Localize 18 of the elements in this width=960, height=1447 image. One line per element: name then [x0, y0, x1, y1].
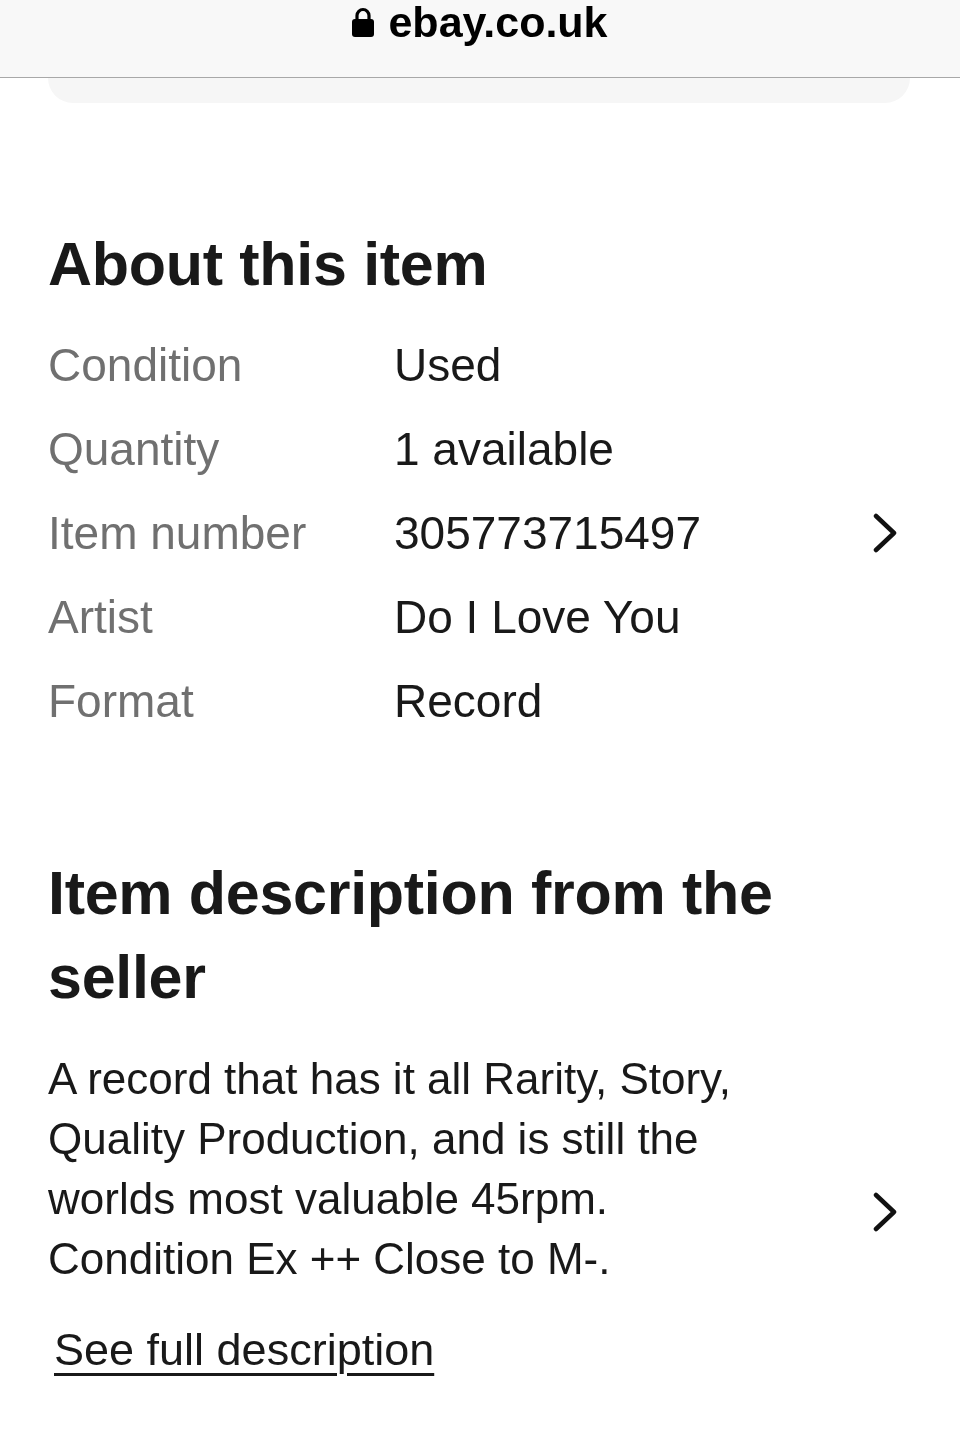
see-full-description-link[interactable]: See full description	[54, 1325, 435, 1375]
spec-label: Item number	[48, 506, 308, 560]
spec-value: Record	[394, 674, 544, 728]
address-bar[interactable]: ebay.co.uk	[0, 0, 960, 78]
description-text: A record that has it all Rarity, Story, Quality Production, and is still the worlds most valuable 45rpm. Condition Ex ++ Close to M-.	[48, 1053, 733, 1285]
spec-value: Used	[394, 338, 503, 392]
spec-value: Do I Love You	[394, 590, 682, 644]
url-text: ebay.co.uk	[388, 0, 608, 44]
spec-label: Condition	[48, 338, 244, 392]
spec-value: 305773715497	[394, 506, 702, 560]
spec-label: Artist	[48, 590, 154, 644]
section-heading: Item description from the seller	[48, 858, 774, 1013]
spec-label: Format	[48, 674, 195, 728]
section-heading: About this item	[48, 229, 489, 300]
spec-value: 1 available	[394, 422, 615, 476]
spec-label: Quantity	[48, 422, 221, 476]
chevron-right-icon[interactable]	[873, 513, 897, 553]
chevron-right-icon[interactable]	[873, 1192, 897, 1232]
